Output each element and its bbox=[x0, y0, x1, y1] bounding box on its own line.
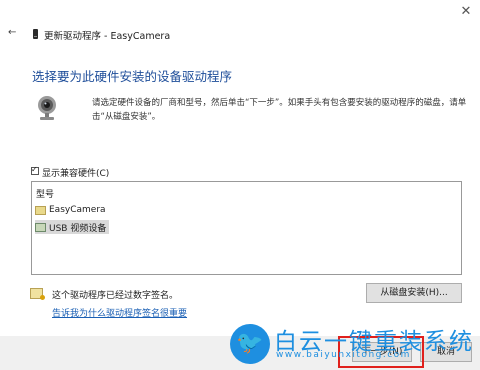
signing-info-link[interactable]: 告诉我为什么驱动程序签名很重要 bbox=[52, 306, 187, 319]
close-button[interactable]: ✕ bbox=[458, 4, 474, 20]
watermark-url: www.baiyunxitong.com bbox=[276, 350, 411, 360]
window-title: 更新驱动程序 - EasyCamera bbox=[44, 31, 171, 42]
instruction-text: 请选定硬件设备的厂商和型号，然后单击“下一步”。如果手头有包含要安装的驱动程序的… bbox=[92, 98, 467, 122]
page-heading: 选择要为此硬件安装的设备驱动程序 bbox=[32, 69, 233, 84]
certificate-icon bbox=[30, 288, 45, 300]
list-item[interactable]: USB 视频设备 bbox=[35, 220, 110, 234]
show-compatible-checkbox[interactable] bbox=[31, 165, 39, 175]
have-disk-button[interactable]: 从磁盘安装(H)... bbox=[366, 283, 462, 303]
back-arrow-icon[interactable]: ← bbox=[8, 28, 18, 38]
webcam-icon bbox=[38, 96, 56, 120]
show-compatible-label[interactable]: 显示兼容硬件(C) bbox=[42, 166, 109, 179]
signature-status: 这个驱动程序已经过数字签名。 bbox=[52, 291, 179, 301]
list-item-label: USB 视频设备 bbox=[49, 223, 107, 234]
usb-device-icon bbox=[35, 222, 46, 232]
bird-logo-icon: 🐦 bbox=[230, 324, 270, 364]
model-list-header: 型号 bbox=[36, 190, 55, 200]
driver-folder-icon bbox=[35, 205, 46, 215]
device-icon bbox=[33, 29, 38, 39]
list-item[interactable]: EasyCamera bbox=[35, 203, 106, 217]
list-item-label: EasyCamera bbox=[49, 205, 106, 215]
